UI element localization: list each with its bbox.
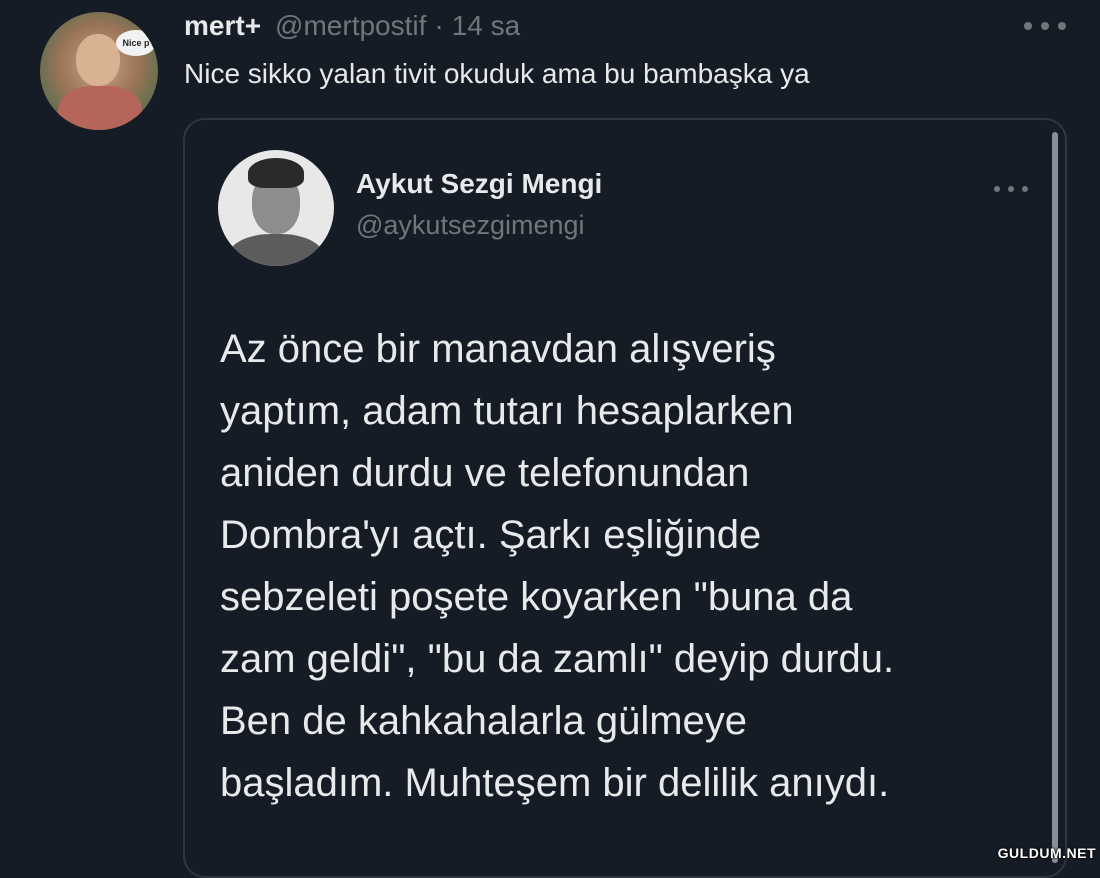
quoted-text-line: aniden durdu ve telefonundan <box>220 451 750 495</box>
author-handle[interactable]: @mertpostif <box>275 10 426 42</box>
quoted-author-avatar[interactable] <box>218 150 334 266</box>
author-avatar[interactable]: Nice p <box>40 12 158 130</box>
avatar-body <box>228 234 324 266</box>
quoted-text-line: yaptım, adam tutarı hesaplarken <box>220 389 794 433</box>
avatar-hair <box>248 158 304 188</box>
more-dot <box>994 186 1000 192</box>
quoted-text-line: zam geldi", "bu da zamlı" deyip durdu. <box>220 637 895 681</box>
more-dot <box>1024 22 1032 30</box>
avatar-speech-bubble: Nice p <box>116 30 156 56</box>
quoted-tweet-text: Az önce bir manavdan alışveriş yaptım, a… <box>220 318 1050 814</box>
more-dot <box>1022 186 1028 192</box>
quoted-text-line: başladım. Muhteşem bir delilik anıydı. <box>220 761 890 805</box>
more-dot <box>1041 22 1049 30</box>
tweet-timestamp[interactable]: 14 sa <box>452 10 521 42</box>
avatar-shirt <box>58 86 142 130</box>
quoted-author-name[interactable]: Aykut Sezgi Mengi <box>356 168 602 200</box>
quoted-text-line: Dombra'yı açtı. Şarkı eşliğinde <box>220 513 762 557</box>
quoted-text-line: Ben de kahkahalarla gülmeye <box>220 699 748 743</box>
scrollbar[interactable] <box>1052 132 1058 863</box>
quoted-text-line: sebzeleti poşete koyarken "buna da <box>220 575 853 619</box>
tweet-text: Nice sikko yalan tivit okuduk ama bu bam… <box>184 58 810 89</box>
more-dot <box>1008 186 1014 192</box>
more-dot <box>1058 22 1066 30</box>
avatar-face <box>76 34 120 86</box>
quoted-author-handle[interactable]: @aykutsezgimengi <box>356 210 585 241</box>
more-horizontal-icon[interactable] <box>994 182 1028 196</box>
tweet-header: mert+ @mertpostif · 14 sa <box>184 10 520 46</box>
author-name[interactable]: mert+ <box>184 10 261 42</box>
more-horizontal-icon[interactable] <box>1024 16 1066 36</box>
quoted-text-line: Az önce bir manavdan alışveriş <box>220 327 776 371</box>
header-separator: · <box>434 10 444 41</box>
watermark: GULDUM.NET <box>997 845 1096 861</box>
